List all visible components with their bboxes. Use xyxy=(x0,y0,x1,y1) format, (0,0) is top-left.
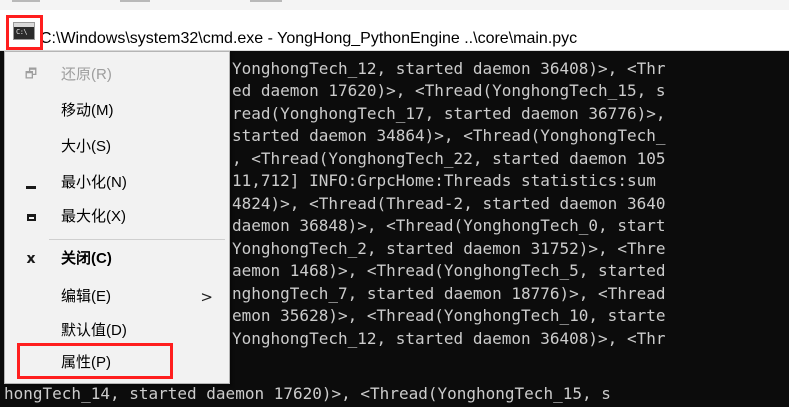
menu-item-label: 移动(M) xyxy=(61,102,114,119)
minimize-icon xyxy=(19,168,43,198)
console-line: ed daemon 17620)>, <Thread(YonghongTech_… xyxy=(232,81,666,100)
menu-item-label: 大小(S) xyxy=(61,138,111,155)
maximize-icon xyxy=(19,202,43,232)
console-line: YonghongTech_12, started daemon 36408)>,… xyxy=(232,59,666,78)
console-line: 11,712] INFO:GrpcHome:Threads statistics… xyxy=(232,171,656,190)
system-menu: 🗗 还原(R) 移动(M) 大小(S) 最小化(N) 最大化(X) x 关闭(C… xyxy=(4,51,230,384)
window-title: C:\Windows\system32\cmd.exe - YongHong_P… xyxy=(40,30,578,47)
console-line: hongTech_14, started daemon 17620)>, <Th… xyxy=(4,384,611,403)
menu-item-label: 关闭(C) xyxy=(61,250,112,267)
restore-icon: 🗗 xyxy=(24,67,38,82)
icon-highlight-box xyxy=(6,15,43,50)
menu-item-close[interactable]: x 关闭(C) xyxy=(5,244,229,274)
window-title-bar[interactable]: C:\ C:\Windows\system32\cmd.exe - YongHo… xyxy=(0,10,789,51)
menu-item-label: 编辑(E) xyxy=(61,288,111,305)
menu-item-defaults[interactable]: 默认值(D) xyxy=(5,316,229,346)
background-window-strip xyxy=(0,0,789,10)
console-line: YonghongTech_2, started daemon 31752)>, … xyxy=(232,239,666,258)
menu-item-size[interactable]: 大小(S) xyxy=(5,132,229,162)
menu-item-label: 最小化(N) xyxy=(61,174,127,191)
console-line: , <Thread(YonghongTech_22, started daemo… xyxy=(232,149,666,168)
menu-item-edit[interactable]: 编辑(E) > xyxy=(5,282,229,312)
menu-item-label: 默认值(D) xyxy=(61,322,127,339)
menu-item-restore[interactable]: 🗗 还原(R) xyxy=(5,60,229,90)
menu-item-maximize[interactable]: 最大化(X) xyxy=(5,202,229,232)
console-line: emon 35628)>, <Thread(YonghongTech_10, s… xyxy=(232,306,666,325)
console-line: YonghongTech_12, started daemon 36408)>,… xyxy=(232,329,666,348)
console-line: nghongTech_7, started daemon 18776)>, <T… xyxy=(232,284,666,303)
menu-item-label: 最大化(X) xyxy=(61,208,126,225)
menu-separator xyxy=(49,239,225,240)
menu-item-label: 还原(R) xyxy=(61,66,112,83)
console-line: aemon 1468)>, <Thread(YonghongTech_5, st… xyxy=(232,261,666,280)
console-line: 4824)>, <Thread(Thread-2, started daemon… xyxy=(232,194,666,213)
properties-highlight-box xyxy=(17,343,173,379)
menu-item-move[interactable]: 移动(M) xyxy=(5,96,229,126)
console-line: daemon 36848)>, <Thread(YonghongTech_0, … xyxy=(232,216,666,235)
console-line: read(YonghongTech_17, started daemon 367… xyxy=(232,104,666,123)
chevron-right-icon: > xyxy=(200,288,213,306)
close-icon: x xyxy=(26,251,36,267)
menu-item-minimize[interactable]: 最小化(N) xyxy=(5,168,229,198)
console-line: started daemon 34864)>, <Thread(Yonghong… xyxy=(232,126,666,145)
